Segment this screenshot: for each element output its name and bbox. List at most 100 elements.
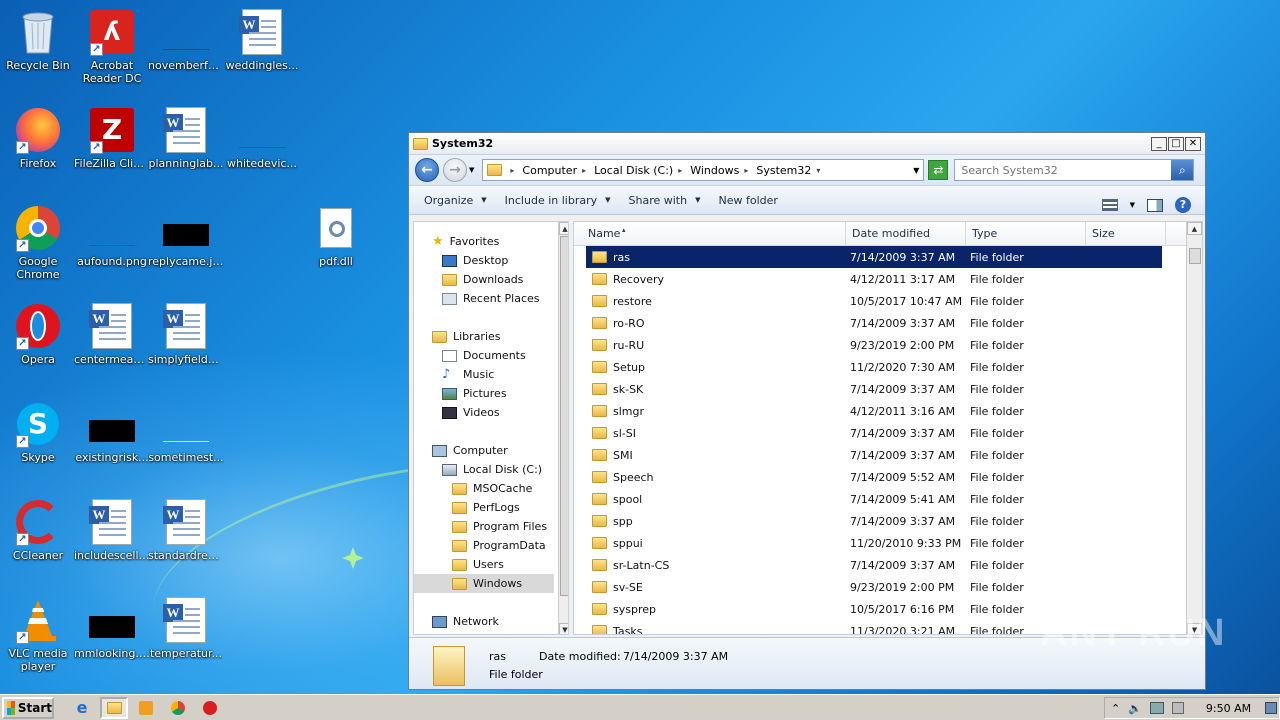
nav-local-disk[interactable]: Local Disk (C:) bbox=[442, 460, 542, 479]
table-row[interactable]: sr-Latn-CS 7/14/2009 3:37 AM File folder bbox=[586, 554, 1162, 576]
network-tray-icon[interactable] bbox=[1149, 702, 1164, 714]
taskbar-media-player[interactable] bbox=[132, 697, 160, 719]
nav-music[interactable]: ♪ Music bbox=[442, 365, 494, 384]
recent-pages-chevron-icon[interactable]: ▼ bbox=[469, 166, 474, 174]
change-view-icon[interactable] bbox=[1101, 199, 1118, 211]
taskbar-explorer[interactable] bbox=[100, 696, 128, 719]
desktop-icon-standardrep[interactable]: W standardrep... bbox=[148, 492, 224, 588]
share-with-menu[interactable]: Share with ▼ bbox=[620, 194, 710, 207]
desktop-icon-mmlooking[interactable]: mmlooking.jpg bbox=[74, 590, 150, 686]
nav-downloads[interactable]: Downloads bbox=[442, 270, 523, 289]
table-row[interactable]: ras 7/14/2009 3:37 AM File folder bbox=[586, 246, 1162, 268]
search-box[interactable]: ⌕ bbox=[954, 159, 1195, 181]
nav-pictures[interactable]: Pictures bbox=[442, 384, 507, 403]
breadcrumb-system32[interactable]: System32 ▾ bbox=[756, 164, 820, 177]
minimize-button[interactable]: _ bbox=[1151, 137, 1167, 151]
view-dropdown-icon[interactable]: ▼ bbox=[1130, 201, 1135, 209]
taskbar-ie[interactable]: e bbox=[68, 697, 96, 719]
organize-menu[interactable]: Organize ▼ bbox=[415, 194, 496, 207]
show-hidden-icons-icon[interactable]: ⌃ bbox=[1111, 702, 1120, 715]
desktop-icon-recycle-bin[interactable]: Recycle Bin bbox=[0, 2, 76, 98]
speaker-icon[interactable]: 🔈 bbox=[1128, 702, 1142, 715]
nav-users[interactable]: Users bbox=[452, 555, 504, 574]
preview-pane-icon[interactable] bbox=[1147, 198, 1163, 212]
table-row[interactable]: Setup 11/2/2020 7:30 AM File folder bbox=[586, 356, 1162, 378]
desktop-icon-temperatur[interactable]: W temperatur... bbox=[148, 590, 224, 686]
start-button[interactable]: Start bbox=[2, 696, 54, 719]
nav-desktop[interactable]: Desktop bbox=[442, 251, 508, 270]
desktop-icon-includescell[interactable]: W includescell.rtf bbox=[74, 492, 150, 588]
column-name[interactable]: Name ▴ bbox=[574, 222, 846, 246]
desktop-icon-firefox[interactable]: ↗ Firefox bbox=[0, 100, 76, 196]
nav-msocache[interactable]: MSOCache bbox=[452, 479, 532, 498]
desktop-icon-acrobat[interactable]: ʎ ↗ Acrobat Reader DC bbox=[74, 2, 150, 98]
table-row[interactable]: spool 7/14/2009 5:41 AM File folder bbox=[586, 488, 1162, 510]
desktop-icon-aufound[interactable]: aufound.png bbox=[74, 198, 150, 294]
nav-favorites[interactable]: ★ Favorites bbox=[432, 232, 499, 251]
desktop-icon-chrome[interactable]: ↗ Google Chrome bbox=[0, 198, 76, 294]
close-button[interactable]: ✕ bbox=[1185, 137, 1201, 151]
breadcrumb-local-disk[interactable]: Local Disk (C:) ▸ bbox=[594, 164, 682, 177]
show-desktop-button[interactable] bbox=[1265, 702, 1278, 714]
column-type[interactable]: Type bbox=[966, 222, 1086, 246]
clock[interactable]: 9:50 AM bbox=[1206, 702, 1251, 715]
forward-button[interactable]: → bbox=[443, 158, 467, 182]
desktop-icon-opera[interactable]: ↗ Opera bbox=[0, 296, 76, 392]
nav-recent-places[interactable]: Recent Places bbox=[442, 289, 540, 308]
file-list-scrollbar[interactable]: ▲ ▼ bbox=[1186, 222, 1202, 634]
desktop-icon-replycame[interactable]: replycame.jpg bbox=[148, 198, 224, 294]
maximize-button[interactable]: □ bbox=[1168, 137, 1184, 151]
desktop-icon-centermean[interactable]: W centermean... bbox=[74, 296, 150, 392]
nav-videos[interactable]: Videos bbox=[442, 403, 500, 422]
table-row[interactable]: sk-SK 7/14/2009 3:37 AM File folder bbox=[586, 378, 1162, 400]
column-size[interactable]: Size bbox=[1086, 222, 1166, 246]
table-row[interactable]: ru-RU 9/23/2019 2:00 PM File folder bbox=[586, 334, 1162, 356]
desktop-icon-weddingles[interactable]: W weddingles... bbox=[224, 2, 300, 98]
search-input[interactable] bbox=[955, 160, 1172, 180]
nav-program-files[interactable]: Program Files bbox=[452, 517, 547, 536]
scroll-up-arrow-icon[interactable]: ▲ bbox=[1187, 222, 1202, 235]
desktop-icon-planninglab[interactable]: W planninglab... bbox=[148, 100, 224, 196]
scroll-up-arrow-icon[interactable]: ▲ bbox=[559, 222, 568, 235]
table-row[interactable]: SMI 7/14/2009 3:37 AM File folder bbox=[586, 444, 1162, 466]
table-row[interactable]: slmgr 4/12/2011 3:16 AM File folder bbox=[586, 400, 1162, 422]
nav-scrollbar-thumb[interactable] bbox=[560, 236, 568, 596]
breadcrumb-windows[interactable]: Windows ▸ bbox=[690, 164, 748, 177]
desktop-icon-existingrisk[interactable]: existingrisk... bbox=[74, 394, 150, 490]
table-row[interactable]: spp 7/14/2009 3:37 AM File folder bbox=[586, 510, 1162, 532]
help-icon[interactable]: ? bbox=[1175, 197, 1191, 213]
address-bar[interactable]: ▸ Computer ▸ Local Disk (C:) ▸ Windows ▸ Sy… bbox=[482, 159, 925, 181]
desktop-icon-whitedevic[interactable]: whitedevic... bbox=[224, 100, 300, 196]
desktop-icon-vlc[interactable]: ↗ VLC media player bbox=[0, 590, 76, 686]
desktop-icon-skype[interactable]: S ↗ Skype bbox=[0, 394, 76, 490]
include-in-library-menu[interactable]: Include in library ▼ bbox=[496, 194, 620, 207]
nav-documents[interactable]: Documents bbox=[442, 346, 526, 365]
table-row[interactable]: sppui 11/20/2010 9:33 PM File folder bbox=[586, 532, 1162, 554]
column-date-modified[interactable]: Date modified bbox=[846, 222, 966, 246]
desktop-icon-ccleaner[interactable]: ↗ CCleaner bbox=[0, 492, 76, 588]
explorer-window[interactable]: System32 _ □ ✕ ← → ▼ ▸ Computer ▸ Local D… bbox=[408, 132, 1206, 690]
nav-scrollbar[interactable]: ▲ ▼ bbox=[558, 222, 568, 634]
back-button[interactable]: ← bbox=[415, 158, 439, 182]
file-list-scrollbar-thumb[interactable] bbox=[1189, 248, 1201, 264]
nav-computer[interactable]: Computer bbox=[432, 441, 508, 460]
desktop-icon-filezilla[interactable]: Z ↗ FileZilla Client bbox=[74, 100, 150, 196]
taskbar-chrome[interactable] bbox=[164, 697, 192, 719]
scroll-down-arrow-icon[interactable]: ▼ bbox=[559, 623, 568, 634]
nav-libraries[interactable]: Libraries bbox=[432, 327, 501, 346]
nav-programdata[interactable]: ProgramData bbox=[452, 536, 546, 555]
table-row[interactable]: ro-RO 7/14/2009 3:37 AM File folder bbox=[586, 312, 1162, 334]
address-dropdown-icon[interactable]: ▼ bbox=[913, 166, 919, 175]
window-titlebar[interactable]: System32 _ □ ✕ bbox=[409, 133, 1205, 155]
nav-perflogs[interactable]: PerfLogs bbox=[452, 498, 520, 517]
new-folder-button[interactable]: New folder bbox=[709, 194, 786, 207]
breadcrumb-computer[interactable]: Computer ▸ bbox=[522, 164, 586, 177]
action-center-icon[interactable] bbox=[1171, 702, 1184, 714]
search-icon[interactable]: ⌕ bbox=[1171, 160, 1194, 180]
table-row[interactable]: Recovery 4/12/2011 3:17 AM File folder bbox=[586, 268, 1162, 290]
table-row[interactable]: Speech 7/14/2009 5:52 AM File folder bbox=[586, 466, 1162, 488]
desktop-icon-sometimest[interactable]: sometimest... bbox=[148, 394, 224, 490]
nav-windows[interactable]: Windows bbox=[414, 574, 554, 593]
taskbar-stop[interactable] bbox=[196, 697, 224, 719]
desktop-icon-pdf-dll[interactable]: pdf.dll bbox=[298, 198, 374, 294]
